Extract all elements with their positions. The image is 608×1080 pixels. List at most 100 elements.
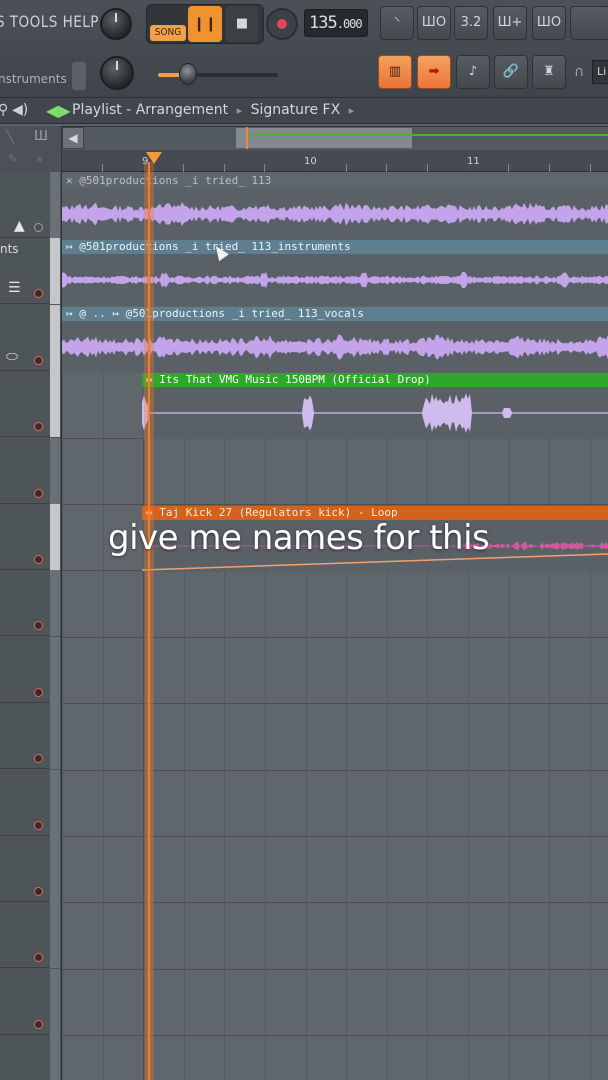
track-color-strip[interactable] <box>50 304 60 371</box>
speaker-icon[interactable]: ◀) <box>12 102 28 118</box>
piano-icon[interactable]: Ш <box>34 129 48 144</box>
overview-window[interactable] <box>236 128 412 148</box>
clip-name: Its That VMG Music 150BPM (Official Drop… <box>159 373 431 386</box>
track-mute-led[interactable] <box>34 223 43 232</box>
magnet-icon[interactable]: ∩ <box>574 64 584 80</box>
link-icon[interactable]: 🔗 <box>494 55 528 89</box>
loop-record-icon[interactable]: ШО <box>532 6 566 40</box>
playhead <box>144 162 154 1080</box>
track-header[interactable] <box>0 769 62 836</box>
track-up-icon: ▲ <box>14 218 25 234</box>
wait-for-input-icon[interactable]: ШО <box>417 6 451 40</box>
track-header[interactable] <box>0 172 62 238</box>
playlist-name: Playlist - Arrangement <box>72 102 229 118</box>
instrument-slider-icon[interactable] <box>72 62 86 90</box>
clip-menu-icon[interactable]: ↦ @ .. ↦ <box>66 307 126 320</box>
track-color-strip[interactable] <box>50 371 60 438</box>
tempo-fraction: .000 <box>336 17 363 31</box>
track-color-strip[interactable] <box>50 968 60 1035</box>
track-mute-led[interactable] <box>34 289 43 299</box>
track-header[interactable] <box>0 636 62 703</box>
track-header[interactable] <box>0 902 62 969</box>
step-edit-icon[interactable]: Ш+ <box>493 6 527 40</box>
keyboard-icon: ☰ <box>8 280 21 297</box>
clip-menu-icon[interactable]: ✕ <box>66 174 79 187</box>
metronome-icon[interactable]: ⸌ <box>380 6 414 40</box>
edit-icon[interactable]: ✎ <box>8 152 18 166</box>
pattern-selector[interactable]: Signature FX <box>251 102 341 118</box>
fl-studio-window: S TOOLS HELP SONG ❙❙ ■ 135.000 ⸌ ШО 3.2 … <box>0 0 608 1080</box>
lips-icon: ⬭ <box>6 348 18 365</box>
track-color-strip[interactable] <box>50 570 60 637</box>
track-header[interactable] <box>0 570 62 637</box>
track-header[interactable] <box>0 504 62 570</box>
caption-overlay: give me names for this <box>108 518 490 558</box>
track-header-top: ╲ Ш ✎ » <box>0 126 62 172</box>
track-header[interactable] <box>0 371 62 438</box>
instruments-label: nstruments <box>0 72 67 86</box>
pitch-slider-handle[interactable] <box>179 63 197 85</box>
breadcrumb-separator: ▸ <box>236 104 243 117</box>
track-name: nts <box>0 242 19 257</box>
tempo-display[interactable]: 135.000 <box>304 9 368 37</box>
sidebar-toggle-icon[interactable]: ◀▶ <box>46 101 71 120</box>
bar-number: 10 <box>304 156 317 167</box>
track-color-strip[interactable] <box>50 769 60 836</box>
track-color-strip[interactable] <box>50 636 60 703</box>
pitch-slider[interactable] <box>158 73 278 77</box>
track-color-strip[interactable] <box>50 238 60 305</box>
skip-icon[interactable]: » <box>36 152 43 166</box>
track-mute-led[interactable] <box>34 422 43 432</box>
arrow-right-icon[interactable]: ➡ <box>417 55 451 89</box>
search-icon[interactable]: ⚲ <box>0 102 8 118</box>
hat-icon[interactable]: ♜ <box>532 55 566 89</box>
pencil-icon[interactable]: ♪ <box>456 55 490 89</box>
pattern-menu-arrow[interactable]: ▸ <box>349 104 355 117</box>
track-mute-led[interactable] <box>34 488 43 498</box>
snap-select[interactable]: Li <box>592 60 608 84</box>
track-color-strip[interactable] <box>50 836 60 902</box>
clip-menu-icon[interactable]: ↦ <box>66 240 79 253</box>
stop-button[interactable]: ■ <box>226 6 258 42</box>
track-header[interactable] <box>0 437 62 504</box>
overview-line <box>246 134 608 136</box>
track-mute-led[interactable] <box>34 953 43 963</box>
track-mute-led[interactable] <box>34 820 43 830</box>
clip-header[interactable]: ↦ Its That VMG Music 150BPM (Official Dr… <box>142 373 608 387</box>
scroll-left-button[interactable]: ◀ <box>62 127 84 149</box>
main-menu[interactable]: S TOOLS HELP <box>0 12 99 31</box>
extra-tool-icon[interactable] <box>570 6 608 40</box>
song-mode-button[interactable]: SONG <box>150 25 186 41</box>
track-mute-led[interactable] <box>34 555 43 564</box>
track-header[interactable] <box>0 1035 62 1080</box>
track-header[interactable] <box>0 968 62 1035</box>
track-color-strip[interactable] <box>50 703 60 770</box>
bar-number: 11 <box>467 156 480 167</box>
clip-name: @501productions _i tried_ 113_vocals <box>125 307 365 320</box>
track-color-strip[interactable] <box>50 504 60 570</box>
track-mute-led[interactable] <box>34 1019 43 1029</box>
track-color-strip[interactable] <box>50 437 60 504</box>
piano-roll-icon[interactable]: ▥ <box>378 55 412 89</box>
track-color-strip[interactable] <box>50 172 60 238</box>
track-color-strip[interactable] <box>50 902 60 969</box>
master-volume-knob[interactable] <box>100 8 132 40</box>
countdown-icon[interactable]: 3.2 <box>454 6 488 40</box>
audio-clip[interactable]: ↦ Its That VMG Music 150BPM (Official Dr… <box>142 373 608 439</box>
track-color-strip[interactable] <box>50 1035 60 1080</box>
track-mute-led[interactable] <box>34 355 43 365</box>
tool-icon[interactable]: ╲ <box>6 130 14 145</box>
track-header[interactable] <box>0 703 62 770</box>
overview-playhead <box>246 127 248 149</box>
track-mute-led[interactable] <box>34 621 43 631</box>
track-mute-led[interactable] <box>34 754 43 764</box>
record-button[interactable] <box>266 8 298 40</box>
track-mute-led[interactable] <box>34 887 43 896</box>
master-pitch-knob[interactable] <box>100 56 134 90</box>
track-header[interactable] <box>0 836 62 902</box>
playlist-title: Playlist - Arrangement ▸ Signature FX ▸ <box>72 102 358 118</box>
waveform <box>142 393 608 433</box>
pause-button[interactable]: ❙❙ <box>188 6 222 42</box>
track-mute-led[interactable] <box>34 687 43 697</box>
clip-name: @501productions _i tried_ 113 <box>79 174 272 187</box>
